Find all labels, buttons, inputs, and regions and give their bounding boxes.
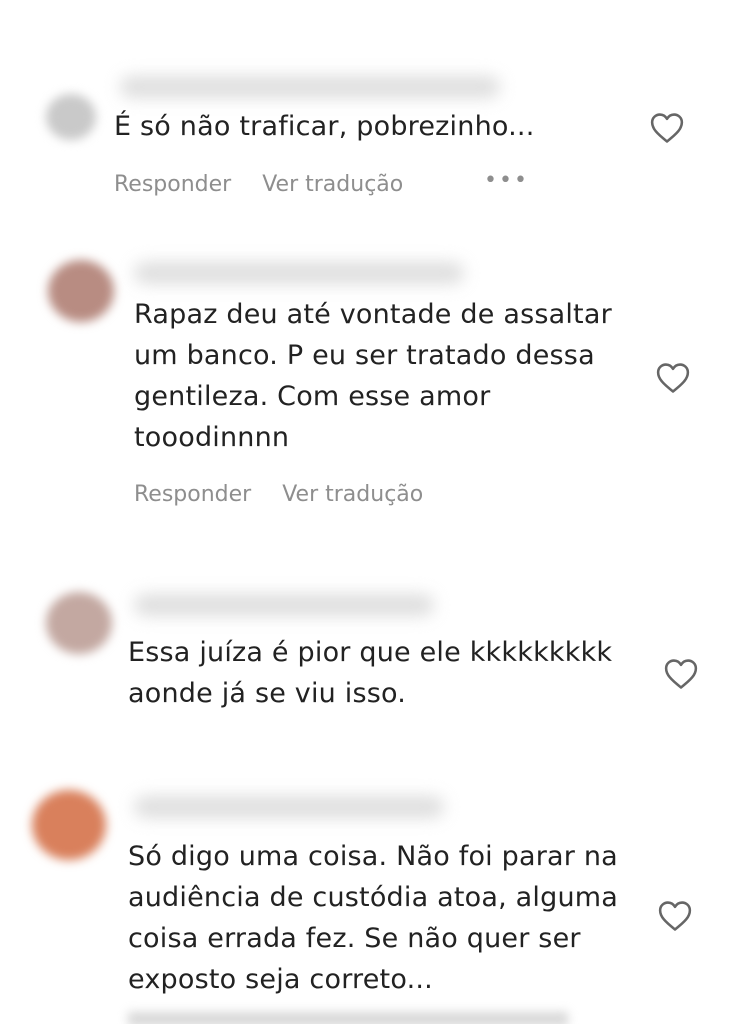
cut-off-actions-row: [128, 1012, 568, 1024]
heart-outline-icon: [650, 113, 684, 143]
heart-outline-icon: [656, 363, 690, 393]
username-blurred[interactable]: [134, 594, 434, 616]
comment-text: Só digo uma coisa. Não foi parar na audi…: [128, 836, 618, 1000]
avatar[interactable]: [48, 260, 114, 322]
reply-button[interactable]: Responder: [114, 172, 231, 197]
comment-actions: Responder Ver tradução: [134, 482, 447, 507]
username-blurred[interactable]: [120, 76, 500, 98]
heart-outline-icon: [658, 901, 692, 931]
comment-text-line: Só digo uma coisa. Não foi parar na: [128, 841, 618, 872]
comment-text: Rapaz deu até vontade de assaltar um ban…: [134, 294, 612, 458]
comment-text-line: coisa errada fez. Se não quer ser: [128, 923, 581, 954]
translate-button[interactable]: Ver tradução: [282, 482, 423, 507]
avatar[interactable]: [46, 94, 96, 140]
like-button[interactable]: [658, 900, 692, 932]
comment-text-line: É só não traficar, pobrezinho...: [114, 111, 535, 142]
translate-button[interactable]: Ver tradução: [262, 172, 403, 197]
comment-text-line: exposto seja correto...: [128, 964, 433, 995]
comments-screen: É só não traficar, pobrezinho... Respond…: [0, 0, 744, 1024]
like-button[interactable]: [656, 362, 690, 394]
like-button[interactable]: [650, 112, 684, 144]
comment-text-line: um banco. P eu ser tratado dessa: [134, 340, 595, 371]
comment-text-line: aonde já se viu isso.: [128, 678, 407, 709]
avatar[interactable]: [32, 790, 106, 860]
comment-text: Essa juíza é pior que ele kkkkkkkkk aond…: [128, 632, 612, 714]
username-blurred[interactable]: [134, 796, 444, 818]
username-blurred[interactable]: [134, 262, 464, 284]
comment-text: É só não traficar, pobrezinho...: [114, 106, 534, 147]
heart-outline-icon: [664, 659, 698, 689]
comment-text-line: Rapaz deu até vontade de assaltar: [134, 299, 612, 330]
comment-actions: Responder Ver tradução: [114, 172, 427, 197]
comment-text-line: audiência de custódia atoa, alguma: [128, 882, 619, 913]
reply-button[interactable]: Responder: [134, 482, 251, 507]
like-button[interactable]: [664, 658, 698, 690]
avatar[interactable]: [46, 592, 112, 654]
more-options-icon[interactable]: •••: [484, 168, 529, 193]
comment-text-line: Essa juíza é pior que ele kkkkkkkkk: [128, 637, 613, 668]
comment-text-line: tooodinnnn: [134, 422, 290, 453]
comment-text-line: gentileza. Com esse amor: [134, 381, 491, 412]
